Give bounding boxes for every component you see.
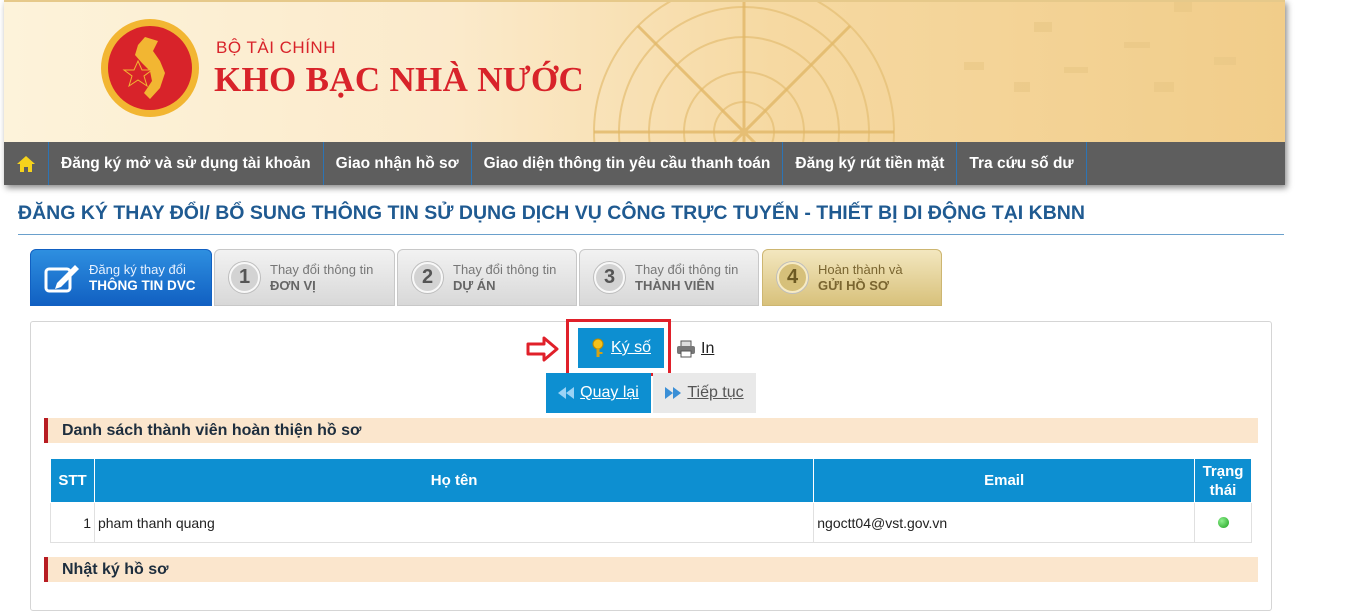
step-number: 3 — [594, 262, 625, 293]
title-divider — [18, 234, 1284, 235]
ministry-name: BỘ TÀI CHÍNH — [216, 38, 336, 57]
next-label: Tiếp tục — [687, 384, 744, 401]
step-tab-project[interactable]: 2 Thay đổi thông tin DỰ ÁN — [397, 249, 577, 306]
step-label: Thay đổi thông tin ĐƠN VỊ — [270, 262, 373, 294]
nav-item-document-exchange[interactable]: Giao nhận hồ sơ — [324, 142, 472, 185]
banner: BỘ TÀI CHÍNH KHO BẠC NHÀ NƯỚC — [4, 0, 1285, 142]
step-line1: Thay đổi thông tin — [270, 261, 374, 277]
col-name: Họ tên — [93, 458, 815, 503]
cell-status — [1194, 502, 1252, 543]
members-table: STT Họ tên Email Trạng thái 1 pham thanh… — [50, 458, 1252, 543]
key-icon — [592, 338, 604, 357]
nav-item-cash-withdrawal[interactable]: Đăng ký rút tiền mặt — [783, 142, 958, 185]
col-email: Email — [813, 458, 1195, 503]
agency-name: KHO BẠC NHÀ NƯỚC — [214, 60, 585, 99]
step-label: Thay đổi thông tin DỰ ÁN — [453, 262, 556, 294]
nav-item-account-registration[interactable]: Đăng ký mở và sử dụng tài khoản — [49, 142, 324, 185]
rewind-icon — [558, 387, 575, 399]
treasury-logo — [101, 19, 199, 117]
step-line2: THÀNH VIÊN — [635, 277, 715, 293]
printer-icon — [677, 340, 695, 358]
sign-button[interactable]: Ký số — [578, 328, 664, 368]
status-ok-icon — [1217, 516, 1229, 528]
table-row: 1 pham thanh quang ngoctt04@vst.gov.vn — [50, 502, 1252, 543]
cell-stt: 1 — [50, 502, 95, 543]
step-tab-submit[interactable]: 4 Hoàn thành và GỬI HỒ SƠ — [762, 249, 942, 306]
page-title: ĐĂNG KÝ THAY ĐỔI/ BỔ SUNG THÔNG TIN SỬ D… — [18, 202, 1085, 224]
step-tab-member[interactable]: 3 Thay đổi thông tin THÀNH VIÊN — [579, 249, 759, 306]
nav-item-payment-request[interactable]: Giao diện thông tin yêu cầu thanh toán — [472, 142, 784, 185]
bronze-drum-pattern — [593, 2, 1236, 142]
step-line1: Hoàn thành và — [818, 261, 903, 277]
cell-name: pham thanh quang — [93, 502, 815, 543]
step-number: 2 — [412, 262, 443, 293]
cell-email: ngoctt04@vst.gov.vn — [813, 502, 1195, 543]
back-label: Quay lại — [580, 384, 639, 401]
back-button[interactable]: Quay lại — [546, 373, 651, 413]
col-stt: STT — [50, 458, 95, 503]
arrow-right-icon — [526, 336, 559, 362]
step-number: 1 — [229, 262, 260, 293]
print-button[interactable]: In — [676, 339, 714, 359]
step-line2: THÔNG TIN DVC — [89, 277, 196, 293]
home-button[interactable] — [4, 142, 49, 185]
step-line1: Thay đổi thông tin — [635, 261, 739, 277]
step-label: Hoàn thành và GỬI HỒ SƠ — [818, 262, 903, 294]
fast-forward-icon — [665, 387, 682, 399]
step-number: 4 — [777, 262, 808, 293]
step-line2: ĐƠN VỊ — [270, 277, 316, 293]
members-section-heading: Danh sách thành viên hoàn thiện hồ sơ — [44, 418, 1258, 443]
print-label: In — [701, 340, 715, 357]
step-line1: Đăng ký thay đổi — [89, 261, 186, 277]
nav-item-balance-lookup[interactable]: Tra cứu số dư — [957, 142, 1087, 185]
step-line2: DỰ ÁN — [453, 277, 496, 293]
step-tab-unit[interactable]: 1 Thay đổi thông tin ĐƠN VỊ — [214, 249, 395, 306]
next-button[interactable]: Tiếp tục — [653, 373, 756, 413]
col-status: Trạng thái — [1194, 458, 1252, 503]
step-label: Thay đổi thông tin THÀNH VIÊN — [635, 262, 738, 294]
log-section-heading: Nhật ký hồ sơ — [44, 557, 1258, 582]
main-nav: Đăng ký mở và sử dụng tài khoản Giao nhậ… — [4, 142, 1285, 185]
step-line1: Thay đổi thông tin — [453, 261, 557, 277]
edit-icon — [44, 264, 79, 292]
step-tab-dvc-info[interactable]: Đăng ký thay đổi THÔNG TIN DVC — [30, 249, 212, 306]
home-icon — [17, 155, 35, 172]
step-label: Đăng ký thay đổi THÔNG TIN DVC — [89, 262, 196, 294]
step-line2: GỬI HỒ SƠ — [818, 277, 889, 293]
site-header: BỘ TÀI CHÍNH KHO BẠC NHÀ NƯỚC Đăng ký mở… — [4, 0, 1285, 185]
sign-label: Ký số — [610, 339, 651, 356]
table-header-row: STT Họ tên Email Trạng thái — [50, 458, 1252, 503]
